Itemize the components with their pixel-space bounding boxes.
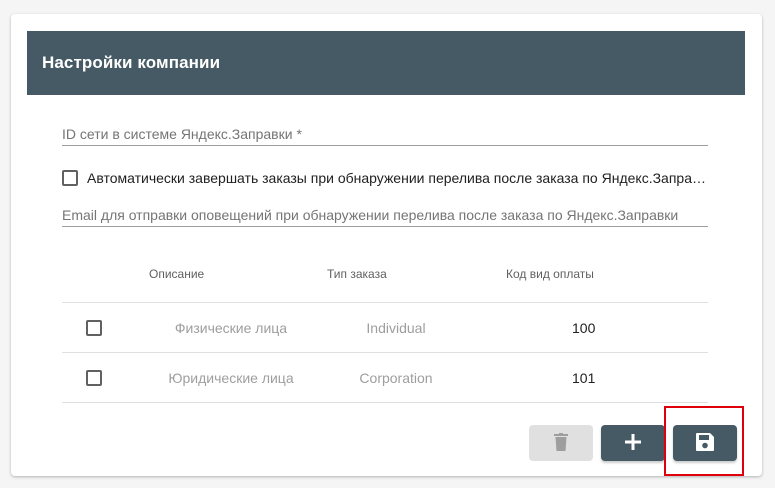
table-row[interactable]: Физические лица Individual 100 xyxy=(62,303,708,353)
column-header-description: Описание xyxy=(149,267,205,281)
row-order-type: Individual xyxy=(366,320,426,336)
save-button[interactable] xyxy=(673,425,737,461)
column-header-payment-code: Код вид оплаты xyxy=(506,267,594,281)
email-field[interactable]: Email для отправки оповещений при обнару… xyxy=(62,206,708,227)
payment-types-table: Описание Тип заказа Код вид оплаты Физич… xyxy=(62,254,708,403)
auto-complete-checkbox[interactable] xyxy=(62,170,78,186)
card-header: Настройки компании xyxy=(27,31,745,95)
auto-complete-label: Автоматически завершать заказы при обнар… xyxy=(87,170,708,186)
row-checkbox[interactable] xyxy=(86,320,102,336)
column-header-order-type: Тип заказа xyxy=(327,267,387,281)
row-order-type: Corporation xyxy=(359,370,433,386)
delete-button[interactable] xyxy=(529,425,593,461)
email-placeholder: Email для отправки оповещений при обнару… xyxy=(62,207,679,223)
table-header: Описание Тип заказа Код вид оплаты xyxy=(62,254,708,303)
table-row[interactable]: Юридические лица Corporation 101 xyxy=(62,353,708,403)
row-description: Юридические лица xyxy=(168,370,294,386)
network-id-placeholder: ID сети в системе Яндекс.Заправки * xyxy=(62,126,302,142)
row-payment-code: 101 xyxy=(572,370,596,386)
network-id-field[interactable]: ID сети в системе Яндекс.Заправки * xyxy=(62,125,708,146)
trash-icon xyxy=(554,432,568,454)
row-payment-code: 100 xyxy=(572,320,596,336)
floppy-disk-icon xyxy=(696,432,714,454)
auto-complete-row: Автоматически завершать заказы при обнар… xyxy=(62,169,708,187)
row-checkbox[interactable] xyxy=(86,370,102,386)
plus-icon xyxy=(625,433,641,453)
page-title: Настройки компании xyxy=(42,53,221,72)
add-button[interactable] xyxy=(601,425,665,461)
row-description: Физические лица xyxy=(174,320,288,336)
